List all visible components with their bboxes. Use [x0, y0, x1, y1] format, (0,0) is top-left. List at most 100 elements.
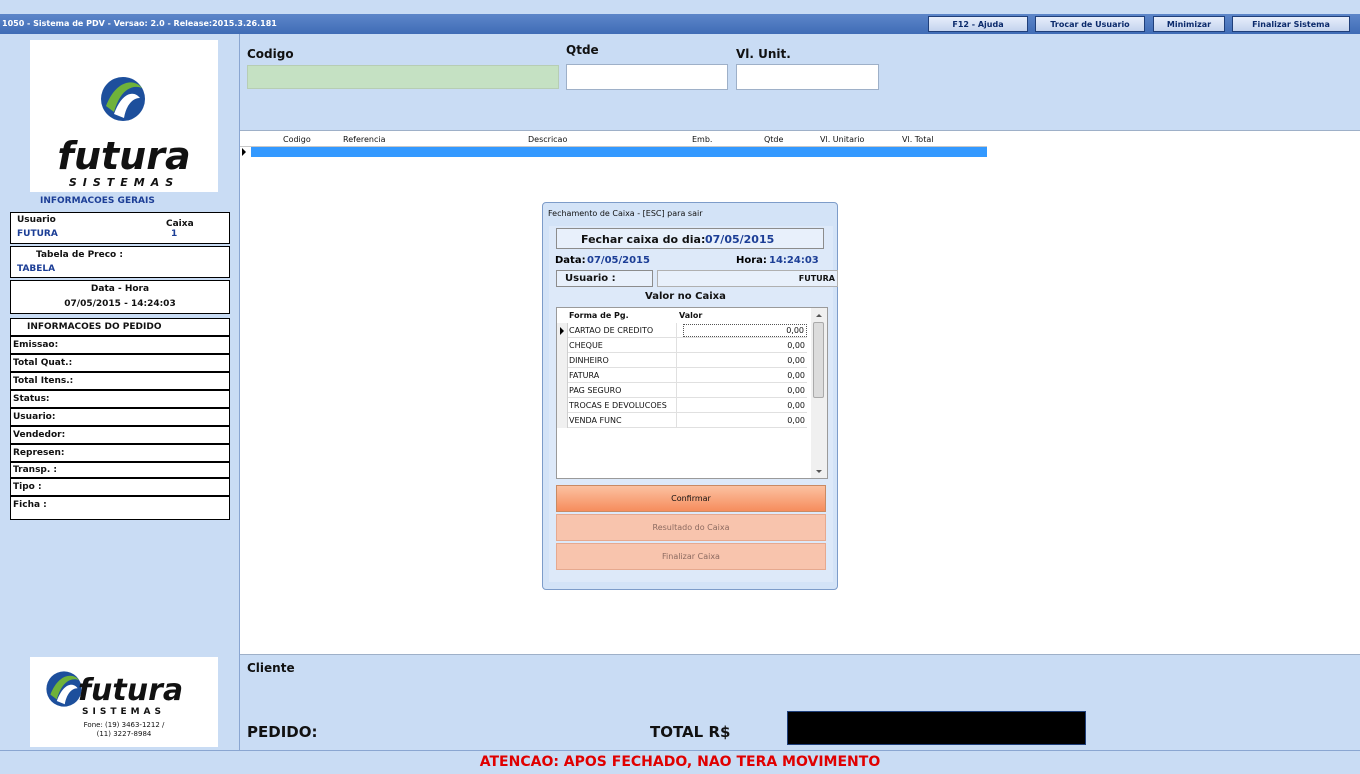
- field-ficha: Ficha :: [10, 496, 230, 520]
- col-forma-pg[interactable]: Forma de Pg.: [569, 311, 629, 320]
- forma-pg: CARTAO DE CREDITO: [569, 326, 654, 335]
- order-summary-area: Cliente PEDIDO: TOTAL R$: [240, 654, 1360, 750]
- logo-wordmark: futura: [57, 134, 191, 178]
- date-label: Data:: [555, 255, 586, 266]
- forma-pg: FATURA: [569, 371, 600, 380]
- cash-register-value: 1: [171, 229, 178, 239]
- row-selector[interactable]: [557, 323, 568, 338]
- order-label: PEDIDO:: [247, 723, 318, 741]
- total-label: TOTAL R$: [650, 723, 731, 741]
- col-vl-unitario[interactable]: Vl. Unitario: [820, 135, 864, 144]
- cash-register-label: Caixa: [166, 219, 194, 229]
- col-referencia[interactable]: Referencia: [343, 135, 386, 144]
- table-row[interactable]: PAG SEGURO 0,00: [557, 383, 807, 398]
- hour-value: 14:24:03: [769, 255, 819, 266]
- date-value: 07/05/2015: [587, 255, 650, 266]
- col-emb[interactable]: Emb.: [692, 135, 712, 144]
- row-selector[interactable]: [557, 338, 568, 353]
- confirm-button[interactable]: Confirmar: [556, 485, 826, 512]
- hour-label: Hora:: [736, 255, 767, 266]
- vlunit-input[interactable]: [736, 64, 879, 90]
- field-tipo: Tipo :: [10, 478, 230, 496]
- scroll-up-icon[interactable]: [816, 314, 822, 317]
- table-row[interactable]: VENDA FUNC 0,00: [557, 413, 807, 428]
- field-represen: Represen:: [10, 444, 230, 462]
- table-row[interactable]: FATURA 0,00: [557, 368, 807, 383]
- register-value-title: Valor no Caixa: [645, 291, 726, 302]
- col-valor[interactable]: Valor: [679, 311, 702, 320]
- general-info-title: INFORMACOES GERAIS: [40, 196, 155, 206]
- col-vl-total[interactable]: Vl. Total: [902, 135, 933, 144]
- register-result-button[interactable]: Resultado do Caixa: [556, 514, 826, 541]
- codigo-input[interactable]: [247, 65, 559, 89]
- cell-divider: [676, 323, 677, 338]
- scroll-down-icon[interactable]: [816, 470, 822, 473]
- vlunit-label: Vl. Unit.: [736, 47, 791, 61]
- date-time-box: Data - Hora 07/05/2015 - 14:24:03: [10, 280, 230, 314]
- cell-divider: [676, 383, 677, 398]
- user-label: Usuario: [17, 215, 56, 225]
- field-total-itens: Total Itens.:: [10, 372, 230, 390]
- help-button[interactable]: F12 - Ajuda: [928, 16, 1028, 32]
- table-row[interactable]: CHEQUE 0,00: [557, 338, 807, 353]
- close-day-date: 07/05/2015: [705, 233, 775, 246]
- valor[interactable]: 0,00: [725, 401, 805, 410]
- qtde-input[interactable]: [566, 64, 728, 90]
- table-row[interactable]: CARTAO DE CREDITO 0,00: [557, 323, 807, 338]
- col-qtde[interactable]: Qtde: [764, 135, 783, 144]
- close-day-box: Fechar caixa do dia: 07/05/2015: [556, 228, 824, 249]
- qtde-label: Qtde: [566, 43, 599, 57]
- table-row[interactable]: [251, 147, 987, 157]
- row-selector[interactable]: [557, 368, 568, 383]
- forma-pg: VENDA FUNC: [569, 416, 622, 425]
- user-label-box: Usuario :: [556, 270, 653, 287]
- logo-subtitle: SISTEMAS: [68, 176, 180, 189]
- window-title: 1050 - Sistema de PDV - Versao: 2.0 - Re…: [2, 19, 277, 28]
- grid-header: Codigo Referencia Descricao Emb. Qtde Vl…: [240, 132, 987, 147]
- table-row[interactable]: TROCAS E DEVOLUCOES 0,00: [557, 398, 807, 413]
- total-itens-label: Total Itens.:: [13, 376, 74, 386]
- cell-divider: [676, 368, 677, 383]
- cell-divider: [676, 398, 677, 413]
- scrollbar-thumb[interactable]: [813, 322, 824, 398]
- valor[interactable]: 0,00: [725, 416, 805, 425]
- col-codigo[interactable]: Codigo: [283, 135, 311, 144]
- valor[interactable]: 0,00: [725, 341, 805, 350]
- switch-user-button[interactable]: Trocar de Usuario: [1035, 16, 1145, 32]
- price-table-value: TABELA: [17, 264, 56, 274]
- valor[interactable]: 0,00: [725, 371, 805, 380]
- footer-logo-subtitle: SISTEMAS: [82, 707, 166, 717]
- row-selector[interactable]: [557, 353, 568, 368]
- col-descricao[interactable]: Descricao: [528, 135, 567, 144]
- field-emissao: Emissao:: [10, 336, 230, 354]
- vendedor-label: Vendedor:: [13, 430, 66, 440]
- status-label: Status:: [13, 394, 50, 404]
- forma-pg: TROCAS E DEVOLUCOES: [569, 401, 667, 410]
- exit-system-button[interactable]: Finalizar Sistema: [1232, 16, 1350, 32]
- user-box: Usuario Caixa FUTURA 1: [10, 212, 230, 244]
- table-row[interactable]: DINHEIRO 0,00: [557, 353, 807, 368]
- finalize-register-button[interactable]: Finalizar Caixa: [556, 543, 826, 570]
- order-info-title: INFORMACOES DO PEDIDO: [27, 322, 162, 332]
- table-scrollbar[interactable]: [811, 308, 827, 478]
- row-selector[interactable]: [557, 383, 568, 398]
- user-value: FUTURA: [17, 229, 58, 239]
- cell-divider: [676, 338, 677, 353]
- payment-table: Forma de Pg. Valor CARTAO DE CREDITO 0,0…: [556, 307, 828, 479]
- minimize-button[interactable]: Minimizar: [1153, 16, 1225, 32]
- close-day-label: Fechar caixa do dia:: [581, 233, 706, 246]
- company-logo: futura SISTEMAS: [30, 40, 218, 192]
- ficha-label: Ficha :: [13, 500, 47, 510]
- valor[interactable]: 0,00: [725, 386, 805, 395]
- valor-input[interactable]: 0,00: [683, 324, 807, 337]
- user-value-box: FUTURA: [657, 270, 838, 287]
- row-selector[interactable]: [557, 398, 568, 413]
- row-selector[interactable]: [557, 413, 568, 428]
- footer-logo-wordmark: futura: [78, 673, 184, 708]
- valor[interactable]: 0,00: [725, 356, 805, 365]
- date-time-label: Data - Hora: [90, 284, 150, 294]
- cell-divider: [676, 413, 677, 428]
- left-panel: futura SISTEMAS INFORMACOES GERAIS Usuar…: [0, 34, 240, 750]
- futura-logo-icon: [101, 77, 145, 121]
- item-entry-area: Codigo Qtde Vl. Unit.: [240, 34, 1360, 130]
